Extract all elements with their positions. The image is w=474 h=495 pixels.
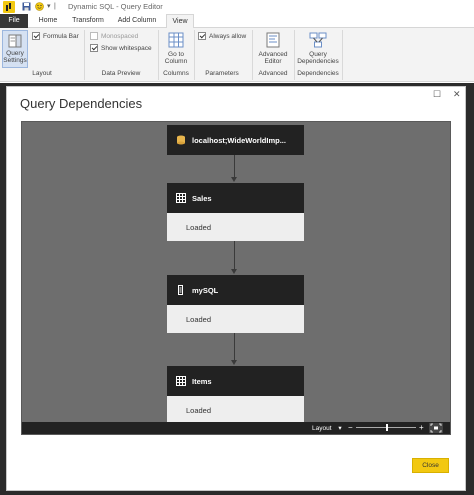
window-title: Dynamic SQL - Query Editor (68, 2, 163, 11)
node-title: Items (192, 376, 212, 386)
connector-line (234, 241, 235, 269)
dependency-node-source[interactable]: localhost;WideWorldImp... (167, 125, 304, 155)
query-dependencies-label: Query Dependencies (297, 51, 339, 65)
go-to-column-icon (168, 32, 184, 48)
advanced-editor-button[interactable]: Advanced Editor (256, 30, 290, 65)
dependency-node-sales[interactable]: Sales Loaded (167, 183, 304, 241)
query-settings-button[interactable]: Query Settings (2, 30, 28, 68)
maximize-icon[interactable]: ☐ (433, 89, 441, 100)
group-label-advanced: Advanced (258, 70, 288, 77)
tab-home[interactable]: Home (34, 14, 62, 28)
separator: | (54, 3, 56, 10)
zoom-out-button[interactable]: − (348, 423, 353, 432)
arrow-down-icon (231, 360, 237, 365)
show-whitespace-label: Show whitespace (101, 44, 152, 52)
save-icon[interactable] (22, 2, 31, 13)
node-header: localhost;WideWorldImp... (167, 125, 304, 155)
tab-file[interactable]: File (0, 14, 28, 28)
connector-line (234, 155, 235, 177)
title-bar: ▾ | Dynamic SQL - Query Editor (0, 0, 474, 14)
arrow-down-icon (231, 177, 237, 182)
group-label-parameters: Parameters (205, 70, 239, 77)
checkbox-box (198, 32, 206, 40)
node-header: Sales (167, 183, 304, 213)
zoom-slider-thumb[interactable] (386, 424, 388, 431)
node-header: Items (167, 366, 304, 396)
node-status: Loaded (167, 396, 304, 424)
table-icon (176, 193, 186, 203)
node-status: Loaded (167, 213, 304, 241)
always-allow-checkbox[interactable]: Always allow (198, 32, 246, 40)
close-button[interactable]: Close (412, 458, 449, 473)
zoom-in-button[interactable]: + (419, 423, 424, 432)
go-to-column-button[interactable]: Go to Column (161, 30, 191, 65)
fit-to-screen-icon[interactable] (429, 423, 443, 433)
layout-label: Layout (312, 425, 332, 432)
group-label-layout: Layout (32, 70, 52, 77)
close-icon[interactable]: ✕ (453, 89, 461, 100)
formula-bar-label: Formula Bar (43, 32, 79, 40)
node-status: Loaded (167, 305, 304, 333)
monospaced-checkbox[interactable]: Monospaced (90, 32, 138, 40)
divider (342, 30, 343, 80)
node-title: localhost;WideWorldImp... (192, 135, 286, 145)
tab-view[interactable]: View (166, 14, 194, 29)
checkbox-box (90, 44, 98, 52)
query-dependencies-button[interactable]: Query Dependencies (296, 30, 340, 65)
checkbox-box (32, 32, 40, 40)
chevron-down-icon[interactable]: ▾ (47, 2, 51, 12)
node-header: mySQL (167, 275, 304, 305)
ribbon: Query Settings Formula Bar Layout Monosp… (0, 28, 474, 82)
dialog-title: Query Dependencies (20, 96, 143, 111)
power-bi-icon (3, 1, 15, 13)
query-settings-label: Query Settings (3, 50, 27, 64)
connector-line (234, 333, 235, 361)
chevron-down-icon: ▾ (338, 425, 342, 432)
query-settings-icon (8, 34, 22, 48)
dependency-node-mysql[interactable]: mySQL Loaded (167, 275, 304, 333)
advanced-editor-label: Advanced Editor (258, 51, 288, 65)
always-allow-label: Always allow (209, 32, 247, 40)
checkbox-box (90, 32, 98, 40)
smiley-icon[interactable] (35, 2, 44, 13)
show-whitespace-checkbox[interactable]: Show whitespace (90, 44, 152, 52)
go-to-column-label: Go to Column (164, 51, 188, 65)
formula-bar-checkbox[interactable]: Formula Bar (32, 32, 79, 40)
layout-dropdown[interactable]: Layout ▾ (312, 424, 342, 432)
dependency-node-items[interactable]: Items Loaded (167, 366, 304, 424)
tab-transform[interactable]: Transform (70, 14, 106, 28)
group-label-data-preview: Data Preview (101, 70, 141, 77)
group-label-dependencies: Dependencies (297, 70, 339, 77)
query-dependencies-dialog: Query Dependencies ☐ ✕ localhost;WideWor… (6, 86, 466, 491)
canvas-toolbar: Layout ▾ − + (22, 422, 450, 434)
arrow-down-icon (231, 269, 237, 274)
database-icon (176, 135, 186, 145)
tab-add-column[interactable]: Add Column (114, 14, 160, 28)
monospaced-label: Monospaced (101, 32, 139, 40)
query-icon (176, 285, 186, 295)
dependency-canvas[interactable]: localhost;WideWorldImp... Sales Loaded m… (21, 121, 451, 435)
table-icon (176, 376, 186, 386)
node-title: mySQL (192, 285, 219, 295)
ribbon-tabs: File Home Transform Add Column View (0, 14, 474, 29)
query-dependencies-icon (309, 32, 327, 48)
node-title: Sales (192, 193, 212, 203)
advanced-editor-icon (265, 32, 281, 48)
group-label-columns: Columns (163, 70, 189, 77)
